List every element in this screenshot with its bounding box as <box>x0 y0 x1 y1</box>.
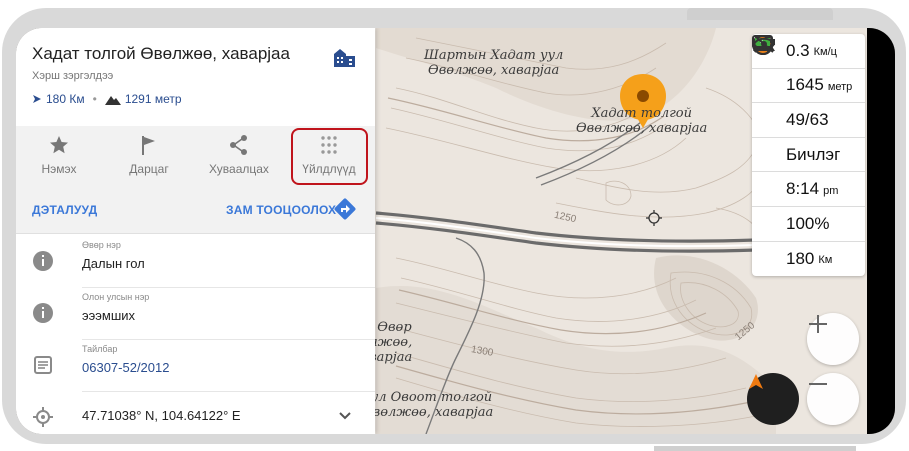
navigation-arrow-icon <box>749 374 763 389</box>
location-target-icon <box>32 406 54 433</box>
my-location-button[interactable] <box>747 373 799 425</box>
info-icon <box>32 302 54 329</box>
share-button[interactable]: Хуваалцах <box>196 126 282 188</box>
zoom-in-button[interactable] <box>807 313 859 365</box>
widget-record[interactable]: Бичлэг <box>752 35 865 173</box>
info-row-description: Тайлбар 06307-52/2012 <box>16 340 375 392</box>
device-screen: Шартын Хадат уул Өвөлжөө, хаварjaa Хадат… <box>16 28 895 434</box>
mountain-icon <box>104 95 121 105</box>
map-label-khadat: Хадат толгой Өвөлжөө, хаварjaa <box>576 106 708 136</box>
map-crosshair <box>646 210 662 226</box>
widget-distance[interactable]: 180 Км <box>752 35 865 277</box>
phone-bottom-button <box>654 446 856 451</box>
building-icon <box>332 46 356 73</box>
star-icon <box>50 136 68 154</box>
flag-icon <box>142 136 155 155</box>
actions-highlight-box <box>291 128 368 185</box>
info-row-coordinates[interactable]: 47.71038° N, 104.64122° E <box>16 392 375 434</box>
widget-altitude[interactable]: 1645 метр <box>752 35 865 104</box>
poi-details-panel: Хадат толгой Өвөлжөө, хаварjaa Хэрш зэрг… <box>16 28 375 434</box>
map-widgets-panel: 0.3 Км/ц 1645 метр 49/63 Бичлэг 8:14 pm … <box>752 34 865 277</box>
screen-edge <box>867 28 895 434</box>
widget-time[interactable]: 8:14 pm <box>752 35 865 207</box>
info-icon <box>32 250 54 277</box>
add-favorite-button[interactable]: Нэмэх <box>16 126 102 188</box>
plus-icon <box>809 315 827 333</box>
details-link[interactable]: ДЭТАЛУУД <box>32 203 97 217</box>
marker-button[interactable]: Дарцаг <box>106 126 192 188</box>
poi-distance: 180 Км <box>46 92 85 106</box>
link-bar: ДЭТАЛУУД ЗАМ ТООЦООЛОХ <box>16 188 375 234</box>
zoom-out-button[interactable] <box>807 373 859 425</box>
direction-arrow-icon <box>33 95 41 103</box>
poi-subtitle: Хэрш зэргэлдээ <box>32 70 114 82</box>
description-icon <box>32 354 54 381</box>
minus-icon <box>809 383 827 385</box>
info-row-alt-name: Өвөр нэр Далын гол <box>16 236 375 288</box>
map-label-shartyn: Шартын Хадат уул Өвөлжөө, хаварjaa <box>424 48 564 78</box>
phone-frame: Шартын Хадат уул Өвөлжөө, хаварjaa Хадат… <box>2 8 906 451</box>
chevron-down-icon[interactable] <box>338 408 352 426</box>
info-row-intl-name: Олон улсын нэр эээмших <box>16 288 375 340</box>
directions-icon[interactable] <box>334 198 356 225</box>
share-icon <box>230 135 247 155</box>
widget-gps[interactable]: 49/63 <box>752 36 865 138</box>
map-label-ovoot: уул Овоот толгой Өвөлжөө, хаварjaa <box>362 390 494 420</box>
phone-side-button <box>687 8 833 20</box>
poi-meta: 180 Км • 1291 метр <box>32 92 182 106</box>
widget-battery[interactable]: 100% <box>752 35 865 242</box>
poi-title: Хадат толгой Өвөлжөө, хаварjaa <box>32 44 290 63</box>
route-link[interactable]: ЗАМ ТООЦООЛОХ <box>226 203 336 217</box>
poi-elevation: 1291 метр <box>124 92 182 106</box>
